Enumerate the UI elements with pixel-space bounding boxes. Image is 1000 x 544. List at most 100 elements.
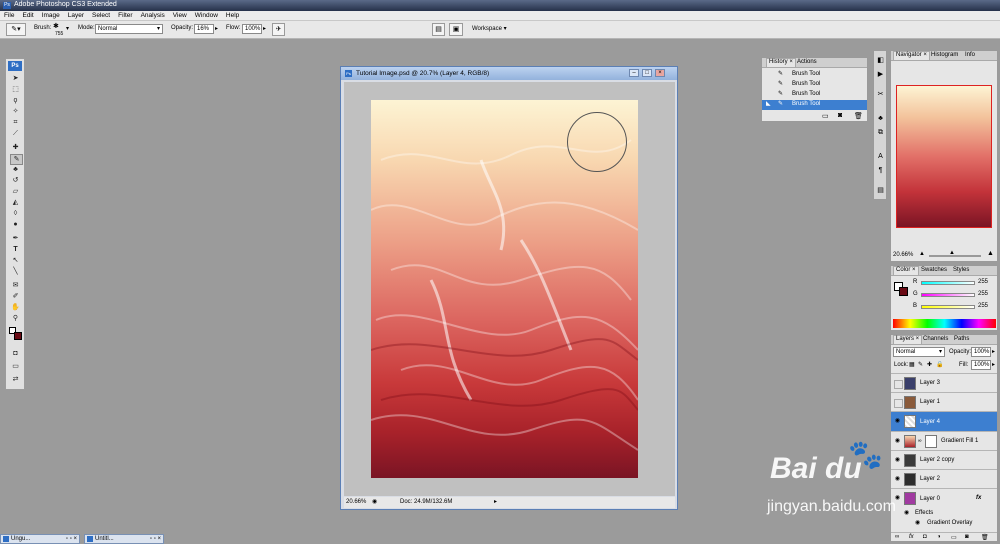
image-canvas[interactable]	[371, 100, 638, 478]
lasso-tool-icon[interactable]: ϙ	[10, 96, 21, 105]
minimize-icon[interactable]: –	[629, 69, 639, 77]
layer-row[interactable]: ◉ ∞ Gradient Fill 1	[891, 431, 997, 450]
history-item-selected[interactable]: ◣ ✎ Brush Tool	[762, 100, 867, 110]
menu-select[interactable]: Select	[88, 11, 114, 19]
menu-window[interactable]: Window	[191, 11, 222, 19]
new-document-from-state-icon[interactable]: ▭	[822, 112, 829, 120]
minimized-doc-2[interactable]: Untitl... ▫ ▫ ×	[84, 534, 164, 544]
layer-row[interactable]: ◉ Layer 0 fx	[891, 488, 997, 508]
menu-filter[interactable]: Filter	[114, 11, 136, 19]
character-dock-icon[interactable]: A	[875, 151, 886, 162]
tools-dock-icon[interactable]: ✂	[875, 89, 886, 100]
visibility-off-icon[interactable]	[894, 399, 903, 408]
tab-paths[interactable]: Paths	[952, 336, 971, 342]
eye-icon[interactable]: ◉	[904, 509, 909, 516]
crop-tool-icon[interactable]: ⌗	[10, 118, 21, 127]
fill-input[interactable]: 100%	[971, 360, 991, 370]
marquee-tool-icon[interactable]: ⬚	[10, 85, 21, 94]
add-style-icon[interactable]: fx	[909, 534, 914, 540]
menu-view[interactable]: View	[169, 11, 191, 19]
status-menu-icon[interactable]: ▸	[494, 498, 497, 505]
trash-icon[interactable]: 🗑	[981, 534, 989, 541]
menu-layer[interactable]: Layer	[64, 11, 88, 19]
eye-icon[interactable]: ◉	[894, 457, 901, 464]
magic-wand-tool-icon[interactable]: ✧	[10, 107, 21, 116]
layer-row[interactable]: Layer 1	[891, 392, 997, 411]
tab-styles[interactable]: Styles	[951, 267, 971, 273]
brush-tip-icon[interactable]: ✱	[53, 22, 59, 30]
background-color-swatch[interactable]	[14, 332, 22, 340]
jump-to-imageready-icon[interactable]: ⇄	[10, 375, 21, 384]
status-info-icon[interactable]: ◉	[372, 498, 377, 505]
layer-row-selected[interactable]: ◉ Layer 4	[891, 411, 997, 431]
channel-r-value[interactable]: 255	[978, 279, 988, 285]
channel-b-slider[interactable]	[921, 305, 975, 309]
hand-tool-icon[interactable]: ✋	[10, 303, 21, 312]
healing-brush-tool-icon[interactable]: ✚	[10, 143, 21, 152]
window-controls-icon[interactable]: ▫ ▫ ×	[66, 535, 77, 543]
blend-mode-select[interactable]: Normal ▾	[893, 347, 945, 357]
tab-swatches[interactable]: Swatches	[919, 267, 949, 273]
lock-pixels-icon[interactable]: ✎	[918, 361, 923, 368]
visibility-off-icon[interactable]	[894, 380, 903, 389]
adjustment-layer-icon[interactable]: ◑	[937, 534, 941, 540]
menu-edit[interactable]: Edit	[18, 11, 37, 19]
slider-thumb-icon[interactable]: ▲	[949, 250, 955, 256]
move-tool-icon[interactable]: ➤	[10, 74, 21, 83]
brushes-dock-icon[interactable]: ▤	[875, 185, 886, 196]
airbrush-toggle[interactable]: ✈	[272, 23, 285, 36]
close-icon[interactable]: ×	[655, 69, 665, 77]
blur-tool-icon[interactable]: ◊	[10, 209, 21, 218]
fx-badge[interactable]: fx	[976, 495, 981, 501]
history-item[interactable]: ✎ Brush Tool	[762, 90, 867, 100]
channel-b-value[interactable]: 255	[978, 303, 988, 309]
eyedropper-tool-icon[interactable]: ✐	[10, 292, 21, 301]
document-title-bar[interactable]: Ps Tutorial Image.psd @ 20.7% (Layer 4, …	[341, 67, 677, 80]
layer-row[interactable]: ◉ Layer 2 copy	[891, 450, 997, 469]
eye-icon[interactable]: ◉	[894, 418, 901, 425]
zoom-out-icon[interactable]: ▲	[919, 251, 925, 257]
tool-preset-picker[interactable]: ✎▾	[6, 23, 26, 36]
menu-analysis[interactable]: Analysis	[137, 11, 169, 19]
tab-navigator[interactable]: Navigator ×	[893, 51, 930, 60]
paint-bucket-tool-icon[interactable]: ◭	[10, 198, 21, 207]
eye-icon[interactable]: ◉	[894, 476, 901, 483]
clone-stamp-tool-icon[interactable]: ♣	[10, 165, 21, 174]
tab-layers[interactable]: Layers ×	[893, 335, 923, 344]
navigator-preview[interactable]	[896, 85, 992, 228]
quick-mask-icon[interactable]: ◘	[10, 349, 21, 358]
brush-tool-icon[interactable]: ✎	[10, 154, 23, 165]
lock-all-icon[interactable]: 🔒	[936, 361, 943, 368]
tab-actions[interactable]: Actions	[795, 59, 819, 65]
layer-opacity-arrow-icon[interactable]: ▸	[992, 348, 995, 355]
link-layers-icon[interactable]: ∞	[895, 534, 899, 540]
clone-source-dock-icon[interactable]: ♣	[875, 113, 886, 124]
color-spectrum-bar[interactable]	[893, 319, 996, 328]
fill-arrow-icon[interactable]: ▸	[992, 361, 995, 368]
layer-comps-dock-icon[interactable]: ⧉	[875, 127, 886, 138]
path-selection-tool-icon[interactable]: ↖	[10, 256, 21, 265]
navigator-zoom-slider[interactable]	[929, 255, 981, 257]
tab-channels[interactable]: Channels	[921, 336, 950, 342]
menu-image[interactable]: Image	[38, 11, 64, 19]
play-dock-icon[interactable]: ▶	[875, 69, 886, 80]
channel-g-slider[interactable]	[921, 293, 975, 297]
new-group-icon[interactable]: ▭	[951, 534, 957, 541]
type-tool-icon[interactable]: T	[10, 245, 21, 254]
zoom-in-icon[interactable]: ▲	[987, 250, 994, 257]
effect-item-row[interactable]: ◉ Gradient Overlay	[891, 519, 997, 529]
eraser-tool-icon[interactable]: ▱	[10, 187, 21, 196]
menu-file[interactable]: File	[0, 11, 18, 19]
eye-icon[interactable]: ◉	[894, 438, 901, 445]
add-mask-icon[interactable]: ◘	[923, 534, 927, 540]
navigator-view-box[interactable]	[896, 85, 992, 228]
history-item[interactable]: ✎ Brush Tool	[762, 70, 867, 80]
navigator-zoom[interactable]: 20.66%	[893, 252, 913, 258]
window-controls-icon[interactable]: ▫ ▫ ×	[150, 535, 161, 543]
lock-transparency-icon[interactable]: ▦	[909, 361, 915, 368]
slice-tool-icon[interactable]: ⟋	[10, 129, 21, 138]
dodge-tool-icon[interactable]: ●	[10, 220, 21, 229]
tab-info[interactable]: Info	[963, 52, 977, 58]
flow-dropdown-icon[interactable]: ▸	[263, 25, 266, 32]
tab-histogram[interactable]: Histogram	[929, 52, 960, 58]
